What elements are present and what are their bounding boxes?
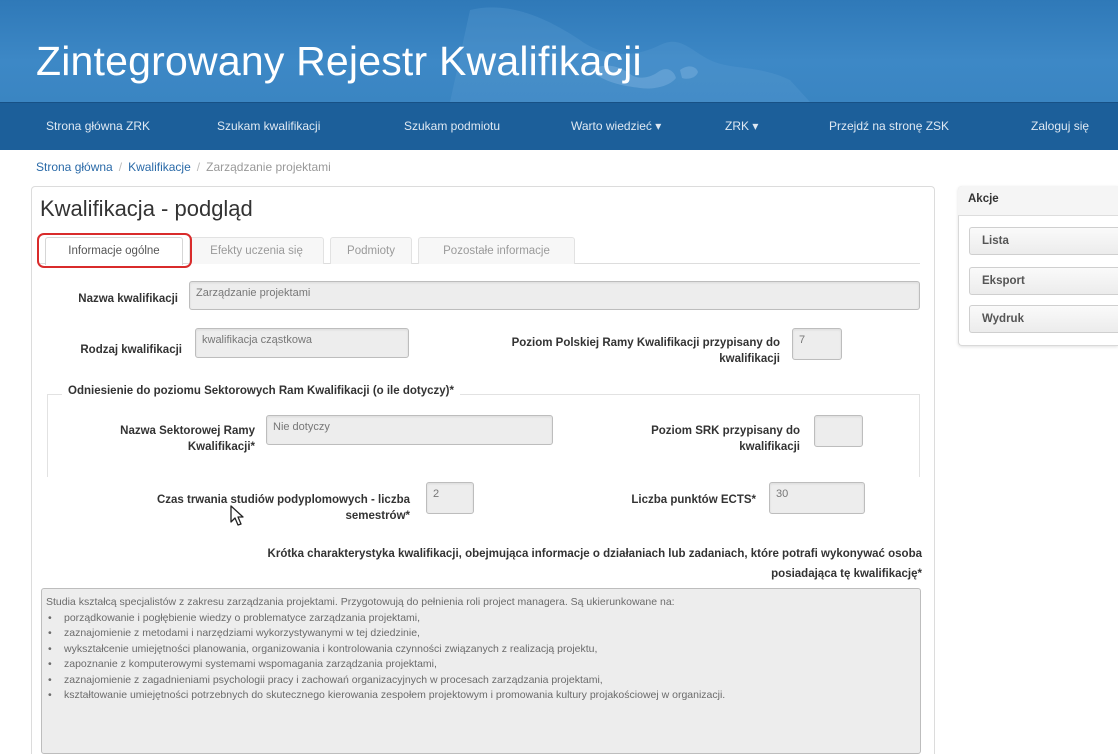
- nav-home[interactable]: Strona główna ZRK: [46, 103, 150, 151]
- duration-label-line2: semestrów*: [345, 510, 410, 522]
- main-navbar: Strona główna ZRK Szukam kwalifikacji Sz…: [0, 102, 1118, 150]
- breadcrumb-home[interactable]: Strona główna: [36, 160, 113, 174]
- breadcrumb: Strona główna / Kwalifikacje / Zarządzanie p…: [36, 160, 331, 174]
- srk-level-label-line2: kwalifikacji: [739, 441, 800, 453]
- breadcrumb-qualifications[interactable]: Kwalifikacje: [128, 160, 191, 174]
- nav-worth-knowing-dropdown[interactable]: Warto wiedzieć ▾: [571, 103, 661, 151]
- duration-label-line1: Czas trwania studiów podyplomowych - lic…: [156, 494, 410, 506]
- prk-level-label-line2: kwalifikacji: [719, 353, 780, 365]
- prk-level-label-line1: Poziom Polskiej Ramy Kwalifikacji przypi…: [511, 337, 780, 349]
- tab-learning-outcomes[interactable]: Efekty uczenia się: [189, 237, 324, 264]
- description-list: porządkowanie i pogłębienie wiedzy o pro…: [46, 611, 916, 704]
- ects-field[interactable]: 30: [769, 482, 865, 514]
- tab-entities[interactable]: Podmioty: [330, 237, 412, 264]
- nav-zrk-dropdown[interactable]: ZRK ▾: [725, 103, 758, 151]
- print-button[interactable]: Wydruk: [969, 305, 1118, 333]
- description-list-item: zaznajomienie z zagadnieniami psychologi…: [46, 673, 916, 689]
- description-list-item: wykształcenie umiejętności planowania, o…: [46, 642, 916, 658]
- nav-login[interactable]: Zaloguj się: [1031, 103, 1089, 151]
- sectoral-framework-name-label-line2: Kwalifikacji*: [187, 441, 255, 453]
- header-banner: Zintegrowany Rejestr Kwalifikacji: [0, 0, 1118, 102]
- duration-field[interactable]: 2: [426, 482, 474, 514]
- description-label: Krótka charakterystyka kwalifikacji, obe…: [40, 546, 922, 582]
- srk-level-label: Poziom SRK przypisany do kwalifikacji: [580, 423, 800, 455]
- breadcrumb-current: Zarządzanie projektami: [206, 160, 331, 174]
- sectoral-framework-name-label: Nazwa Sektorowej Ramy Kwalifikacji*: [70, 423, 255, 455]
- description-list-item: zapoznanie z komputerowymi systemami wsp…: [46, 657, 916, 673]
- mouse-cursor-icon: [230, 505, 244, 526]
- description-intro: Studia kształcą specjalistów z zakresu z…: [46, 596, 675, 608]
- description-list-item: zaznajomienie z metodami i narzędziami w…: [46, 626, 916, 642]
- sectoral-framework-legend: Odniesienie do poziomu Sektorowych Ram K…: [62, 385, 460, 397]
- export-button[interactable]: Eksport: [969, 267, 1118, 295]
- nav-search-entity[interactable]: Szukam podmiotu: [404, 103, 500, 151]
- breadcrumb-separator: /: [118, 160, 123, 174]
- sectoral-framework-name-label-line1: Nazwa Sektorowej Ramy: [120, 425, 255, 437]
- site-title[interactable]: Zintegrowany Rejestr Kwalifikacji: [36, 38, 642, 85]
- sectoral-framework-name-field[interactable]: Nie dotyczy: [266, 415, 553, 445]
- description-list-item: kształtowanie umiejętności potrzebnych d…: [46, 688, 916, 704]
- nav-go-to-zsk[interactable]: Przejdź na stronę ZSK: [829, 103, 949, 151]
- active-tab-highlight: [37, 233, 192, 268]
- nav-search-qualifications[interactable]: Szukam kwalifikacji: [217, 103, 320, 151]
- list-button[interactable]: Lista: [969, 227, 1118, 255]
- description-label-line2: posiadająca tę kwalifikację*: [771, 568, 922, 580]
- duration-label: Czas trwania studiów podyplomowych - lic…: [80, 492, 410, 524]
- breadcrumb-separator: /: [196, 160, 201, 174]
- prk-level-field[interactable]: 7: [792, 328, 842, 360]
- description-label-line1: Krótka charakterystyka kwalifikacji, obe…: [267, 548, 922, 560]
- qualification-name-label: Nazwa kwalifikacji: [78, 293, 178, 305]
- srk-level-label-line1: Poziom SRK przypisany do: [651, 425, 800, 437]
- qualification-type-field[interactable]: kwalifikacja cząstkowa: [195, 328, 409, 358]
- ects-label: Liczba punktów ECTS*: [631, 494, 756, 506]
- actions-panel-header: Akcje: [958, 186, 1118, 216]
- description-textarea[interactable]: Studia kształcą specjalistów z zakresu z…: [41, 588, 921, 754]
- srk-level-field[interactable]: [814, 415, 863, 447]
- tab-other-info[interactable]: Pozostałe informacje: [418, 237, 575, 264]
- description-list-item: porządkowanie i pogłębienie wiedzy o pro…: [46, 611, 916, 627]
- qualification-type-label: Rodzaj kwalifikacji: [80, 344, 182, 356]
- page-title: Kwalifikacja - podgląd: [40, 196, 253, 221]
- qualification-name-field[interactable]: Zarządzanie projektami: [189, 281, 920, 310]
- prk-level-label: Poziom Polskiej Ramy Kwalifikacji przypi…: [430, 335, 780, 367]
